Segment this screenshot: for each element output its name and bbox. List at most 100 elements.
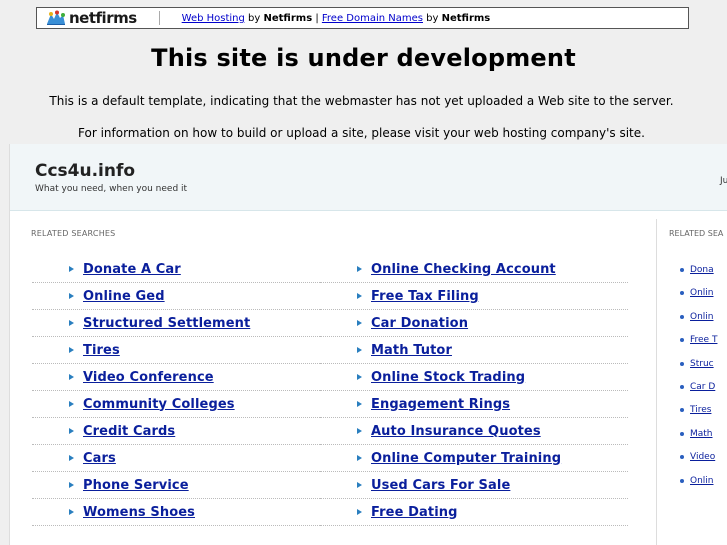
related-link[interactable]: Car Donation (371, 316, 468, 331)
side-related-link[interactable]: Onlin (690, 288, 714, 298)
site-tagline: What you need, when you need it (35, 184, 188, 194)
related-link[interactable]: Used Cars For Sale (371, 478, 510, 493)
arrow-icon (69, 320, 74, 326)
related-searches-label-right: RELATED SEA (669, 229, 724, 238)
bullet-icon (680, 314, 684, 319)
arrow-icon (357, 347, 362, 353)
side-related-link-item[interactable]: Tires (680, 404, 711, 416)
related-link[interactable]: Video Conference (83, 370, 214, 385)
side-related-link[interactable]: Dona (690, 265, 714, 275)
arrow-icon (357, 509, 362, 515)
parked-domain-frame: Ccs4u.info What you need, when you need … (9, 144, 727, 545)
arrow-icon (357, 428, 362, 434)
related-link-item[interactable]: Auto Insurance Quotes (320, 418, 628, 445)
related-link[interactable]: Free Tax Filing (371, 289, 479, 304)
related-link[interactable]: Donate A Car (83, 262, 181, 277)
netfirms-logo-icon (45, 10, 67, 26)
side-related-link-item[interactable]: Struc (680, 358, 714, 370)
arrow-icon (357, 401, 362, 407)
arrow-icon (69, 374, 74, 380)
related-link[interactable]: Structured Settlement (83, 316, 250, 331)
arrow-icon (69, 455, 74, 461)
related-link[interactable]: Cars (83, 451, 116, 466)
related-link-item[interactable]: Video Conference (32, 364, 320, 391)
related-link-item[interactable]: Math Tutor (320, 337, 628, 364)
related-link-item[interactable]: Structured Settlement (32, 310, 320, 337)
bullet-icon (680, 361, 684, 366)
side-related-link-item[interactable]: Onlin (680, 475, 714, 487)
side-related-link[interactable]: Tires (690, 405, 711, 415)
related-link-item[interactable]: Cars (32, 445, 320, 472)
related-link[interactable]: Phone Service (83, 478, 189, 493)
side-related-link-item[interactable]: Free T (680, 334, 717, 346)
side-related-link-item[interactable]: Math (680, 428, 713, 440)
arrow-icon (69, 482, 74, 488)
related-link[interactable]: Credit Cards (83, 424, 175, 439)
side-related-link-item[interactable]: Video (680, 451, 715, 463)
arrow-icon (69, 428, 74, 434)
side-related-link[interactable]: Car D (690, 382, 715, 392)
free-domain-names-link[interactable]: Free Domain Names (322, 13, 423, 24)
related-link-item[interactable]: Used Cars For Sale (320, 472, 628, 499)
netfirms-logo[interactable]: netfirms (45, 9, 137, 27)
side-related-link-item[interactable]: Onlin (680, 287, 714, 299)
banner-separator: | (312, 12, 322, 24)
related-link[interactable]: Engagement Rings (371, 397, 510, 412)
related-link[interactable]: Online Computer Training (371, 451, 561, 466)
page-title: This site is under development (151, 44, 576, 72)
side-related-link[interactable]: Free T (690, 335, 717, 345)
parked-header: Ccs4u.info What you need, when you need … (10, 144, 727, 211)
web-hosting-link[interactable]: Web Hosting (182, 13, 245, 24)
side-related-link-item[interactable]: Dona (680, 264, 714, 276)
arrow-icon (69, 401, 74, 407)
related-link[interactable]: Math Tutor (371, 343, 452, 358)
notice-line-1: This is a default template, indicating t… (49, 94, 674, 108)
banner-divider (158, 11, 160, 25)
side-related-link-item[interactable]: Onlin (680, 311, 714, 323)
related-link-item[interactable]: Online Stock Trading (320, 364, 628, 391)
banner-by-text: by (422, 12, 442, 24)
related-link[interactable]: Auto Insurance Quotes (371, 424, 541, 439)
related-link[interactable]: Online Stock Trading (371, 370, 525, 385)
netfirms-logo-text: netfirms (69, 9, 137, 27)
related-link[interactable]: Online Checking Account (371, 262, 556, 277)
related-link-item[interactable]: Online Ged (32, 283, 320, 310)
related-link-item[interactable]: Online Computer Training (320, 445, 628, 472)
related-link-item[interactable]: Car Donation (320, 310, 628, 337)
netfirms-banner: netfirms Web Hosting by Netfirms | Free … (36, 7, 689, 29)
related-link[interactable]: Womens Shoes (83, 505, 195, 520)
related-link[interactable]: Tires (83, 343, 120, 358)
side-related-link[interactable]: Video (690, 452, 715, 462)
related-link-item[interactable]: Engagement Rings (320, 391, 628, 418)
notice-line-2: For information on how to build or uploa… (78, 126, 645, 140)
related-link-item[interactable]: Phone Service (32, 472, 320, 499)
side-related-link[interactable]: Onlin (690, 312, 714, 322)
bullet-icon (680, 291, 684, 296)
related-link[interactable]: Community Colleges (83, 397, 235, 412)
related-link[interactable]: Free Dating (371, 505, 458, 520)
related-link-item[interactable]: Donate A Car (32, 256, 320, 283)
related-link-item[interactable]: Community Colleges (32, 391, 320, 418)
related-searches-label: RELATED SEARCHES (31, 229, 116, 238)
related-link-item[interactable]: Online Checking Account (320, 256, 628, 283)
side-related-link[interactable]: Onlin (690, 476, 714, 486)
header-truncated-text: Ju (720, 176, 727, 186)
side-related-link[interactable]: Math (690, 429, 713, 439)
side-related-link-item[interactable]: Car D (680, 381, 715, 393)
arrow-icon (69, 347, 74, 353)
banner-brand: Netfirms (263, 12, 313, 24)
bullet-icon (680, 338, 684, 343)
arrow-icon (357, 266, 362, 272)
banner-by-text: by (244, 12, 264, 24)
related-link-item[interactable]: Free Tax Filing (320, 283, 628, 310)
related-link[interactable]: Online Ged (83, 289, 165, 304)
related-link-item[interactable]: Free Dating (320, 499, 628, 526)
related-link-item[interactable]: Credit Cards (32, 418, 320, 445)
arrow-icon (357, 320, 362, 326)
site-title: Ccs4u.info (35, 161, 136, 181)
related-link-item[interactable]: Womens Shoes (32, 499, 320, 526)
side-related-link[interactable]: Struc (690, 359, 714, 369)
bullet-icon (680, 455, 684, 460)
bullet-icon (680, 268, 684, 272)
related-link-item[interactable]: Tires (32, 337, 320, 364)
